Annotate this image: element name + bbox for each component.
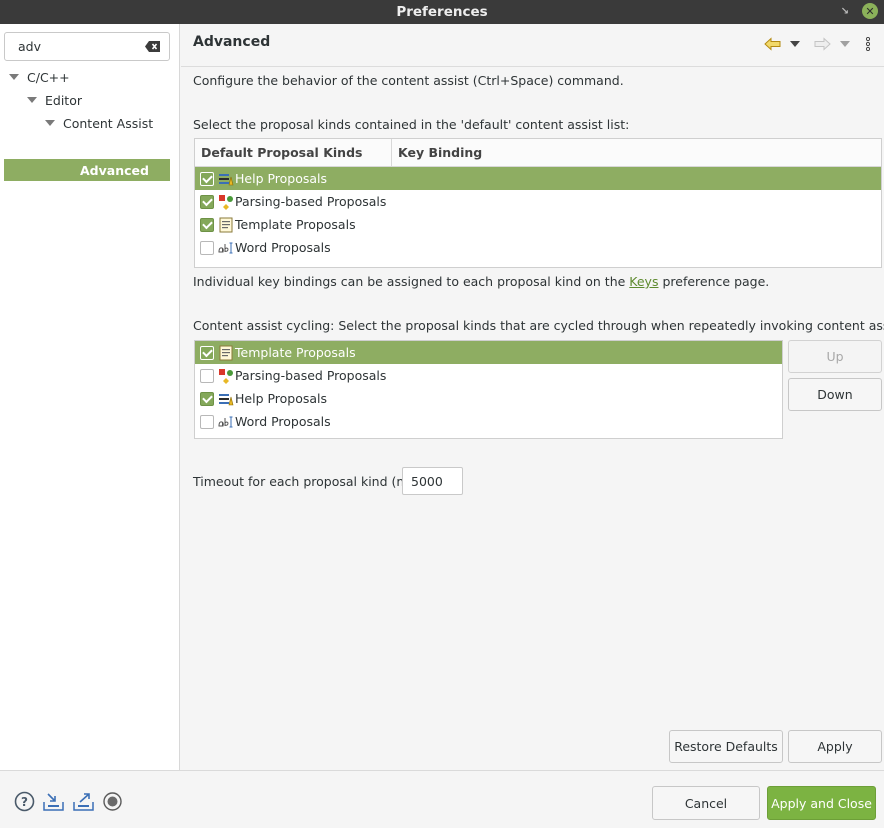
- table-row[interactable]: Parsing-based Proposals: [195, 190, 881, 213]
- cancel-button[interactable]: Cancel: [652, 786, 760, 820]
- page-header: Advanced: [181, 24, 884, 67]
- filter-input[interactable]: [18, 39, 138, 54]
- expanded-triangle-icon[interactable]: [45, 120, 55, 126]
- restore-defaults-button[interactable]: Restore Defaults: [669, 730, 783, 763]
- list-item-label: Help Proposals: [235, 391, 328, 406]
- back-arrow-icon[interactable]: [764, 37, 781, 51]
- list-item[interactable]: Template Proposals: [195, 341, 782, 364]
- page-description: Configure the behavior of the content as…: [193, 73, 624, 88]
- key-bindings-note-text: Individual key bindings can be assigned …: [193, 274, 626, 289]
- checkbox[interactable]: [200, 171, 214, 186]
- tree-item-editor[interactable]: Editor: [27, 89, 82, 111]
- record-icon[interactable]: [102, 791, 123, 815]
- back-history-dropdown-icon[interactable]: [790, 41, 800, 47]
- word-proposals-icon: [218, 242, 233, 253]
- row-label: Parsing-based Proposals: [235, 194, 387, 209]
- clear-search-icon[interactable]: [145, 40, 161, 53]
- filter-search-box: [4, 32, 170, 61]
- row-label: Template Proposals: [235, 217, 356, 232]
- parsing-proposals-icon: [219, 194, 233, 210]
- default-proposal-kinds-table: Default Proposal Kinds Key Binding Help …: [194, 138, 882, 268]
- tree-item-advanced[interactable]: Advanced: [4, 159, 170, 181]
- close-window-icon[interactable]: ✕: [862, 3, 878, 19]
- row-label: Help Proposals: [235, 171, 328, 186]
- apply-and-close-button[interactable]: Apply and Close: [767, 786, 876, 820]
- template-proposals-icon: [219, 345, 233, 360]
- tree-item-label: Advanced: [80, 162, 149, 178]
- preference-page: Advanced Configure the behavior of the c…: [181, 24, 884, 770]
- apply-button[interactable]: Apply: [788, 730, 882, 763]
- default-list-label: Select the proposal kinds contained in t…: [193, 117, 630, 132]
- export-preferences-icon[interactable]: [72, 792, 95, 815]
- help-proposals-icon: [219, 393, 234, 405]
- dialog-footer: ? Cancel Apply and Close: [0, 770, 884, 828]
- down-button[interactable]: Down: [788, 378, 882, 411]
- column-header-default-proposal-kinds[interactable]: Default Proposal Kinds: [195, 139, 392, 166]
- table-row[interactable]: Help Proposals: [195, 167, 881, 190]
- help-proposals-icon: [219, 173, 234, 185]
- checkbox[interactable]: [200, 240, 214, 255]
- checkbox[interactable]: [200, 414, 214, 429]
- table-header: Default Proposal Kinds Key Binding: [195, 139, 881, 167]
- forward-history-dropdown-icon[interactable]: [840, 41, 850, 47]
- checkbox[interactable]: [200, 368, 214, 383]
- up-button[interactable]: Up: [788, 340, 882, 373]
- import-preferences-icon[interactable]: [42, 792, 65, 815]
- forward-arrow-icon[interactable]: [814, 37, 831, 51]
- tree-item-label: Content Assist: [63, 115, 154, 131]
- tree-item-cpp[interactable]: C/C++: [9, 66, 70, 88]
- checkbox[interactable]: [200, 217, 214, 232]
- template-proposals-icon: [219, 217, 233, 232]
- key-bindings-note: Individual key bindings can be assigned …: [193, 274, 769, 289]
- list-item-label: Word Proposals: [235, 414, 331, 429]
- keys-preference-link[interactable]: Keys: [629, 274, 658, 289]
- table-row[interactable]: Template Proposals: [195, 213, 881, 236]
- expanded-triangle-icon[interactable]: [9, 74, 19, 80]
- list-item-label: Parsing-based Proposals: [235, 368, 387, 383]
- checkbox[interactable]: [200, 194, 214, 209]
- column-header-key-binding[interactable]: Key Binding: [392, 139, 482, 166]
- preferences-tree-pane: C/C++ Editor Content Assist Advanced: [0, 24, 180, 770]
- timeout-label: Timeout for each proposal kind (ms):: [193, 474, 425, 489]
- tree-item-content-assist[interactable]: Content Assist: [45, 112, 153, 134]
- timeout-input[interactable]: [402, 467, 463, 495]
- list-item[interactable]: Help Proposals: [195, 387, 782, 410]
- tree-item-label: C/C++: [27, 69, 70, 85]
- page-title: Advanced: [193, 34, 271, 50]
- window-titlebar: Preferences ↘ ✕: [0, 0, 884, 24]
- parsing-proposals-icon: [219, 368, 233, 384]
- window-title: Preferences: [396, 4, 488, 20]
- cycling-proposal-list: Template Proposals Parsing-based Proposa…: [194, 340, 783, 439]
- checkbox[interactable]: [200, 345, 214, 360]
- view-menu-icon[interactable]: [866, 37, 870, 51]
- key-bindings-note-text-end: preference page.: [662, 274, 770, 289]
- expanded-triangle-icon[interactable]: [27, 97, 37, 103]
- cycling-label: Content assist cycling: Select the propo…: [193, 318, 884, 333]
- row-label: Word Proposals: [235, 240, 331, 255]
- tree-item-label: Editor: [45, 92, 82, 108]
- list-item[interactable]: Parsing-based Proposals: [195, 364, 782, 387]
- checkbox[interactable]: [200, 391, 214, 406]
- help-icon[interactable]: ?: [14, 791, 35, 815]
- word-proposals-icon: [218, 416, 233, 427]
- table-row[interactable]: Word Proposals: [195, 236, 881, 259]
- restore-window-icon[interactable]: ↘: [838, 4, 852, 18]
- list-item-label: Template Proposals: [235, 345, 356, 360]
- svg-text:?: ?: [21, 795, 28, 809]
- list-item[interactable]: Word Proposals: [195, 410, 782, 433]
